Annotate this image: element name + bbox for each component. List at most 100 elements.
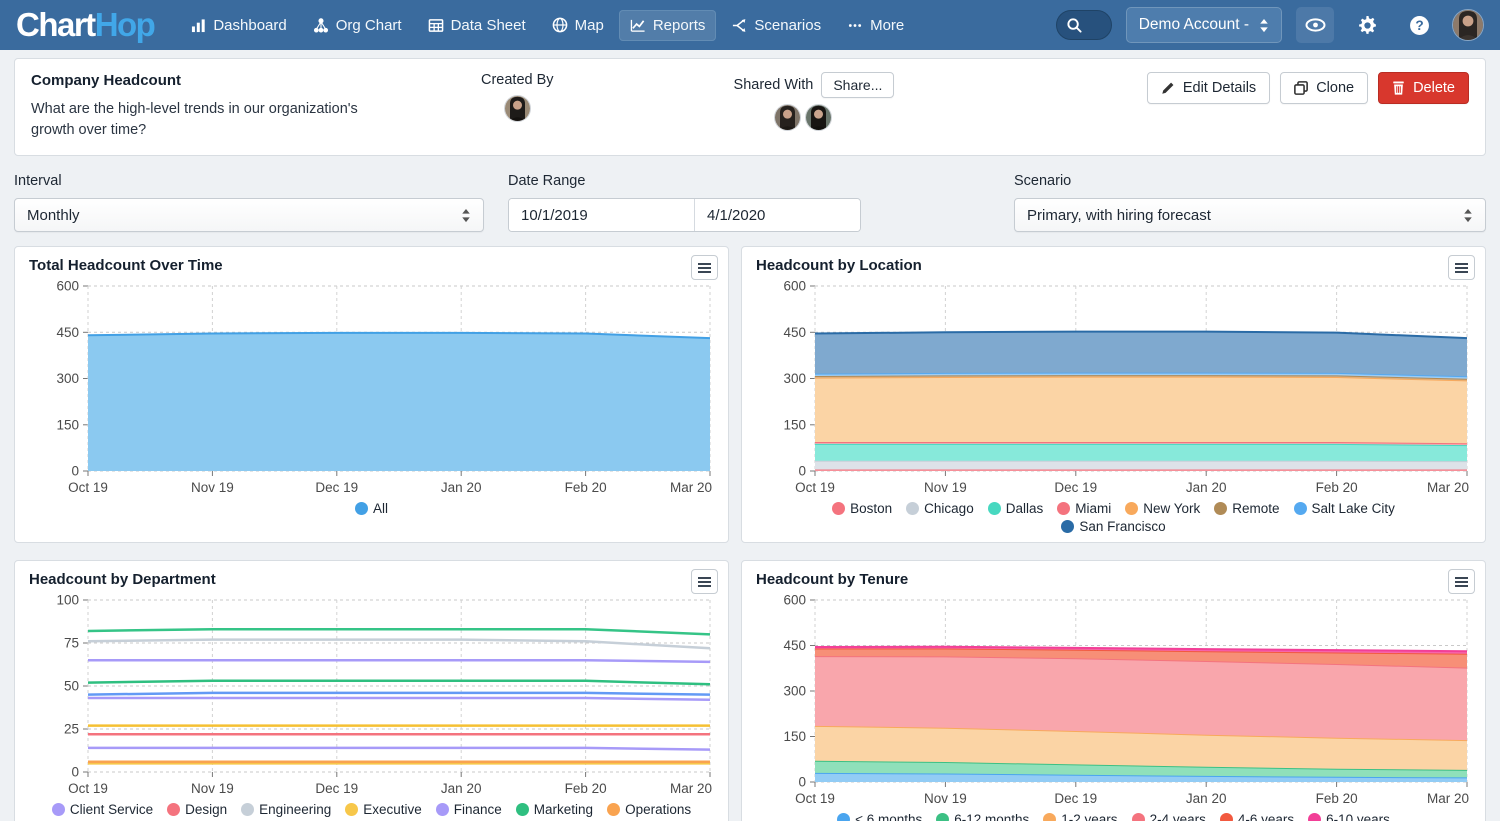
legend-item-miami[interactable]: Miami bbox=[1057, 501, 1111, 516]
chart-canvas-tenure: 0150300450600Oct 19Nov 19Dec 19Jan 20Feb… bbox=[756, 592, 1471, 809]
visibility-button[interactable] bbox=[1296, 7, 1334, 43]
svg-text:450: 450 bbox=[56, 325, 79, 340]
clone-button[interactable]: Clone bbox=[1280, 72, 1368, 104]
sort-arrows-icon bbox=[461, 208, 471, 223]
svg-text:0: 0 bbox=[798, 775, 806, 790]
delete-button[interactable]: Delete bbox=[1378, 72, 1469, 104]
settings-button[interactable] bbox=[1348, 7, 1386, 43]
account-label: Demo Account - bbox=[1139, 16, 1249, 34]
nav-item-org-chart[interactable]: Org Chart bbox=[302, 10, 413, 41]
nav-item-dashboard[interactable]: Dashboard bbox=[180, 10, 297, 41]
svg-text:0: 0 bbox=[71, 464, 79, 479]
nav-label: Org Chart bbox=[336, 17, 402, 34]
chart-menu-button[interactable] bbox=[1448, 569, 1475, 594]
legend-item-dallas[interactable]: Dallas bbox=[988, 501, 1044, 516]
legend-label: Finance bbox=[454, 802, 502, 817]
nav-label: Dashboard bbox=[213, 17, 286, 34]
svg-text:Dec 19: Dec 19 bbox=[1054, 480, 1097, 495]
logo-text-chart: Chart bbox=[16, 6, 95, 43]
legend-item--6-months[interactable]: < 6 months bbox=[837, 812, 922, 821]
legend-item-engineering[interactable]: Engineering bbox=[241, 802, 331, 817]
main-nav: Dashboard Org Chart Data Sheet Map Repor… bbox=[180, 10, 915, 41]
nav-item-scenarios[interactable]: Scenarios bbox=[720, 10, 832, 41]
created-by-label: Created By bbox=[481, 72, 554, 88]
date-start-input[interactable] bbox=[509, 199, 695, 231]
delete-label: Delete bbox=[1413, 80, 1455, 96]
legend-item-san-francisco[interactable]: San Francisco bbox=[1061, 519, 1165, 534]
legend-item-executive[interactable]: Executive bbox=[345, 802, 422, 817]
legend-item-6-10-years[interactable]: 6-10 years bbox=[1308, 812, 1390, 821]
creator-avatar[interactable] bbox=[504, 95, 531, 122]
legend-swatch bbox=[832, 502, 845, 515]
legend-item-4-6-years[interactable]: 4-6 years bbox=[1220, 812, 1294, 821]
charthop-logo[interactable]: ChartHop bbox=[16, 0, 154, 50]
legend-item-marketing[interactable]: Marketing bbox=[516, 802, 593, 817]
shared-avatar[interactable] bbox=[805, 104, 832, 131]
user-avatar[interactable] bbox=[1452, 9, 1484, 41]
nav-item-more[interactable]: More bbox=[836, 10, 915, 41]
svg-text:Feb 20: Feb 20 bbox=[1316, 791, 1358, 806]
legend-swatch bbox=[345, 803, 358, 816]
svg-text:100: 100 bbox=[56, 593, 79, 608]
report-info: Company Headcount What are the high-leve… bbox=[31, 72, 469, 141]
shared-avatar[interactable] bbox=[774, 104, 801, 131]
legend-item-chicago[interactable]: Chicago bbox=[906, 501, 974, 516]
svg-text:Feb 20: Feb 20 bbox=[565, 781, 607, 796]
svg-text:Oct 19: Oct 19 bbox=[68, 480, 108, 495]
navbar-right: Demo Account - ? bbox=[1056, 7, 1484, 43]
help-button[interactable]: ? bbox=[1400, 7, 1438, 43]
chart-title: Headcount by Tenure bbox=[756, 571, 1471, 588]
chart-menu-button[interactable] bbox=[691, 255, 718, 280]
svg-text:Dec 19: Dec 19 bbox=[315, 480, 358, 495]
copy-icon bbox=[1294, 81, 1308, 95]
nav-item-reports[interactable]: Reports bbox=[619, 10, 717, 41]
hamburger-icon bbox=[1454, 262, 1469, 274]
scenario-value: Primary, with hiring forecast bbox=[1027, 207, 1463, 224]
legend-label: Client Service bbox=[70, 802, 153, 817]
legend-swatch bbox=[607, 803, 620, 816]
legend-item-6-12-months[interactable]: 6-12 months bbox=[936, 812, 1029, 821]
legend-item-2-4-years[interactable]: 2-4 years bbox=[1132, 812, 1206, 821]
legend-swatch bbox=[906, 502, 919, 515]
edit-details-button[interactable]: Edit Details bbox=[1147, 72, 1270, 104]
svg-text:75: 75 bbox=[64, 636, 79, 651]
hamburger-icon bbox=[1454, 576, 1469, 588]
legend-item-operations[interactable]: Operations bbox=[607, 802, 691, 817]
chart-menu-button[interactable] bbox=[691, 569, 718, 594]
nav-item-map[interactable]: Map bbox=[541, 10, 615, 41]
legend-swatch bbox=[936, 813, 949, 821]
legend-label: Chicago bbox=[924, 501, 974, 516]
svg-text:Oct 19: Oct 19 bbox=[795, 480, 835, 495]
legend-swatch bbox=[436, 803, 449, 816]
chart-menu-button[interactable] bbox=[1448, 255, 1475, 280]
account-selector[interactable]: Demo Account - bbox=[1126, 7, 1282, 43]
date-end-input[interactable] bbox=[695, 199, 861, 231]
svg-text:600: 600 bbox=[56, 279, 79, 294]
svg-text:300: 300 bbox=[783, 371, 806, 386]
legend-item-1-2-years[interactable]: 1-2 years bbox=[1043, 812, 1117, 821]
legend-label: 1-2 years bbox=[1061, 812, 1117, 821]
legend-item-boston[interactable]: Boston bbox=[832, 501, 892, 516]
search-input[interactable] bbox=[1056, 10, 1112, 40]
legend-item-salt-lake-city[interactable]: Salt Lake City bbox=[1294, 501, 1395, 516]
legend-item-finance[interactable]: Finance bbox=[436, 802, 502, 817]
scenario-select[interactable]: Primary, with hiring forecast bbox=[1014, 198, 1486, 232]
svg-text:Jan 20: Jan 20 bbox=[1186, 480, 1227, 495]
legend-item-all[interactable]: All bbox=[355, 501, 388, 516]
ellipsis-icon bbox=[847, 18, 863, 33]
nav-item-data-sheet[interactable]: Data Sheet bbox=[417, 10, 537, 41]
charts-grid: Total Headcount Over Time 0150300450600O… bbox=[14, 246, 1486, 821]
share-button[interactable]: Share... bbox=[821, 72, 894, 98]
interval-select[interactable]: Monthly bbox=[14, 198, 484, 232]
svg-text:Dec 19: Dec 19 bbox=[1054, 791, 1097, 806]
question-icon: ? bbox=[1409, 15, 1430, 36]
legend-item-client-service[interactable]: Client Service bbox=[52, 802, 153, 817]
legend-item-remote[interactable]: Remote bbox=[1214, 501, 1279, 516]
interval-label: Interval bbox=[14, 173, 484, 189]
legend-item-new-york[interactable]: New York bbox=[1125, 501, 1200, 516]
legend-swatch bbox=[167, 803, 180, 816]
svg-text:Nov 19: Nov 19 bbox=[191, 781, 234, 796]
legend-swatch bbox=[1132, 813, 1145, 821]
edit-details-label: Edit Details bbox=[1183, 80, 1256, 96]
legend-item-design[interactable]: Design bbox=[167, 802, 227, 817]
